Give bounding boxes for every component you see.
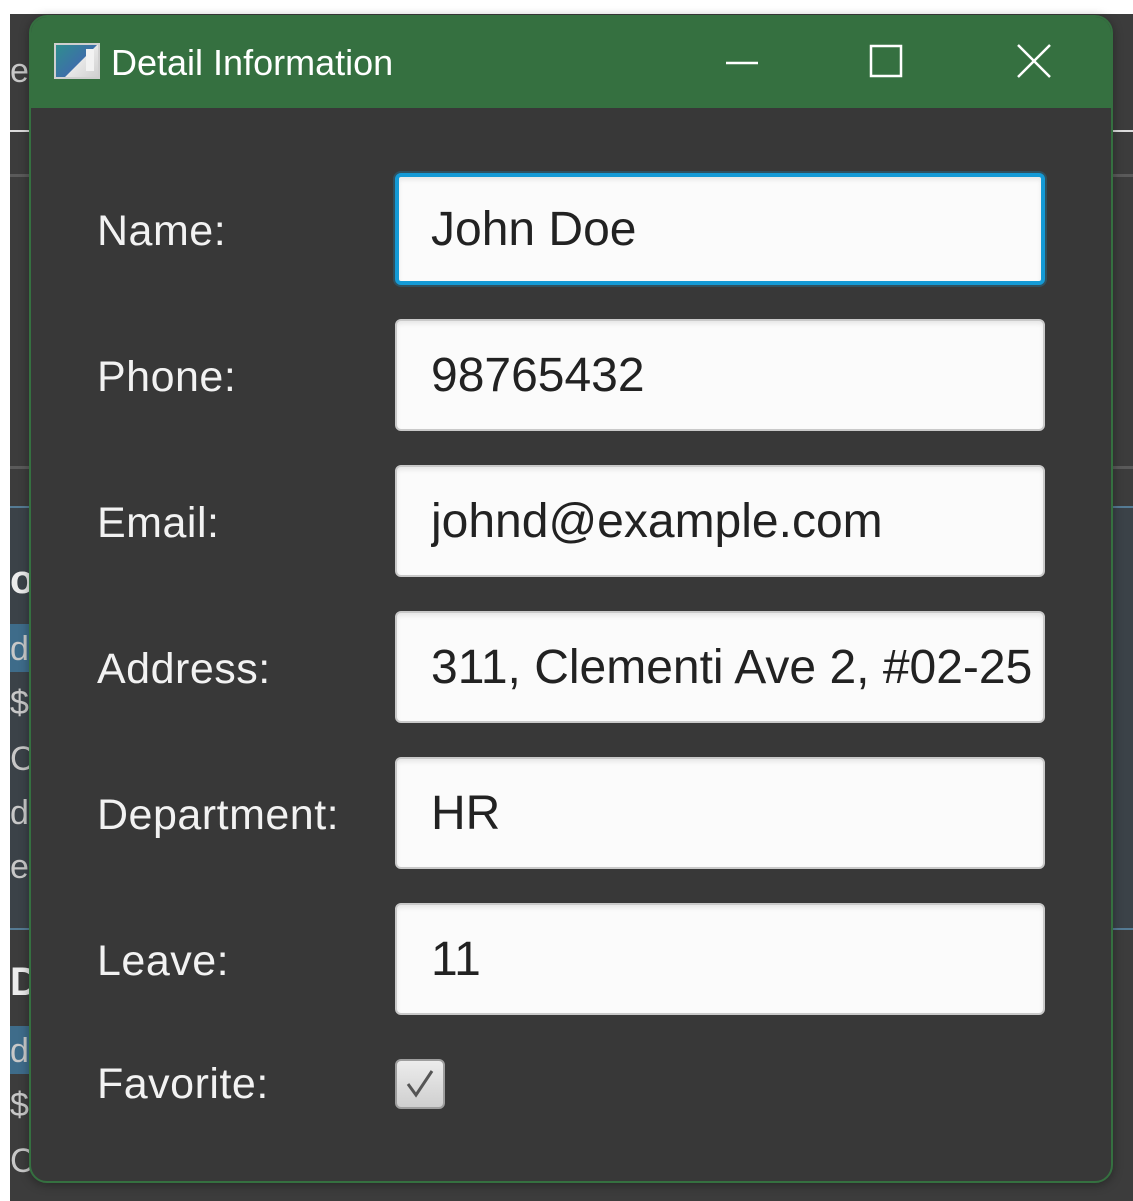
leave-input[interactable] [395, 903, 1045, 1015]
phone-label: Phone: [97, 353, 237, 401]
phone-input[interactable] [395, 319, 1045, 431]
department-label: Department: [97, 791, 340, 839]
address-input[interactable] [395, 611, 1045, 723]
window-title: Detail Information [111, 42, 394, 83]
address-label: Address: [97, 645, 271, 693]
background-peek-text: d [10, 630, 29, 668]
background-peek-text: d [10, 1032, 29, 1070]
leave-label: Leave: [97, 937, 230, 985]
email-label: Email: [97, 499, 220, 547]
background-peek-text: e [10, 848, 29, 886]
background-peek-text: d [10, 794, 29, 832]
detail-information-dialog: Detail Information Name: Phone: Email: A… [29, 15, 1113, 1183]
email-input[interactable] [395, 465, 1045, 577]
title-bar[interactable]: Detail Information [31, 17, 1111, 108]
checkmark-icon [406, 1070, 434, 1098]
minimize-button[interactable] [707, 33, 777, 89]
close-button[interactable] [999, 33, 1069, 89]
department-input[interactable] [395, 757, 1045, 869]
name-label: Name: [97, 207, 227, 255]
maximize-icon [869, 44, 903, 78]
close-icon [1017, 44, 1051, 78]
app-icon [54, 43, 100, 79]
maximize-button[interactable] [851, 33, 921, 89]
name-input[interactable] [395, 173, 1045, 285]
favorite-checkbox[interactable] [395, 1059, 445, 1109]
minimize-icon [726, 61, 758, 65]
favorite-label: Favorite: [97, 1060, 269, 1108]
